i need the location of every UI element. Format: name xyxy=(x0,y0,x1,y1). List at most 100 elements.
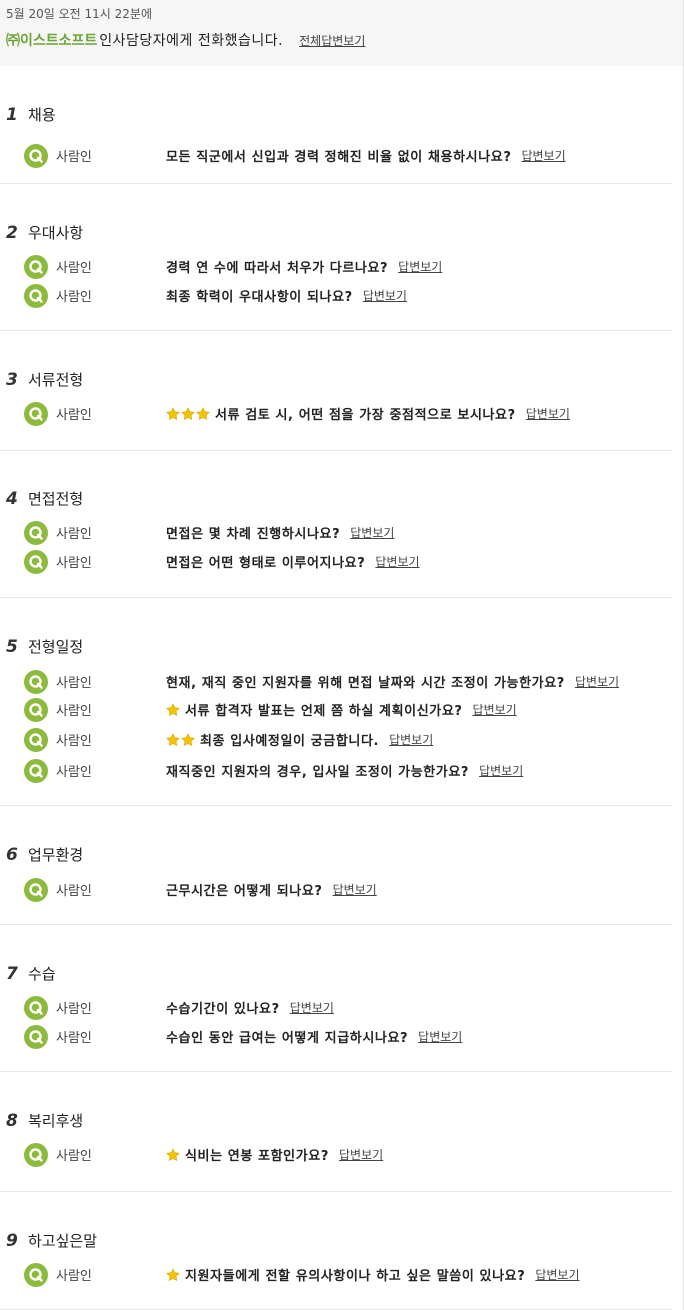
company-name: ㈜이스트소프트 xyxy=(6,33,98,49)
call-summary-header: 5월 20일 오전 11시 22분에 ㈜이스트소프트 인사담당자에게 전화했습니… xyxy=(0,0,683,66)
asker-name: 사람인 xyxy=(56,408,92,423)
question-q-icon xyxy=(24,402,48,426)
question-q-icon xyxy=(24,521,48,545)
asker-name: 사람인 xyxy=(56,765,92,780)
qa-section: 2 우대사항 사람인 경력 연 수에 따라서 처우가 다르나요? 답변보기 사람인 최종 학… xyxy=(0,184,672,331)
question-row: 사람인 최종 입사예정일이 궁금합니다. 답변보기 xyxy=(0,728,672,752)
question-text: 경력 연 수에 따라서 처우가 다르나요? 답변보기 xyxy=(166,257,442,276)
header-message: 인사담당자에게 전화했습니다. xyxy=(99,33,284,49)
view-answer-link[interactable]: 답변보기 xyxy=(473,701,517,718)
question-row: 사람인 서류 검토 시, 어떤 점을 가장 중점적으로 보시나요? 답변보기 xyxy=(0,402,672,426)
question-row: 사람인 현재, 재직 중인 지원자를 위해 면접 날짜와 시간 조정이 가능한가요… xyxy=(0,670,672,694)
view-answer-link[interactable]: 답변보기 xyxy=(398,258,442,275)
view-answer-link[interactable]: 답변보기 xyxy=(535,1266,579,1283)
question-q-icon xyxy=(24,698,48,722)
section-number: 1 xyxy=(6,105,18,125)
asker-name: 사람인 xyxy=(56,1002,92,1017)
section-title: 1 채용 xyxy=(6,104,56,125)
qa-section: 7 수습 사람인 수습기간이 있나요? 답변보기 사람인 수습인 동안 급여는 어떻게 지급… xyxy=(0,925,672,1072)
section-number: 3 xyxy=(6,370,18,390)
question-q-icon xyxy=(24,878,48,902)
view-answer-link[interactable]: 답변보기 xyxy=(363,287,407,304)
question-row: 사람인 면접은 어떤 형태로 이루어지나요? 답변보기 xyxy=(0,550,672,574)
question-text: 서류 검토 시, 어떤 점을 가장 중점적으로 보시나요? 답변보기 xyxy=(166,404,570,423)
question-row: 사람인 식비는 연봉 포함인가요? 답변보기 xyxy=(0,1143,672,1167)
view-answer-link[interactable]: 답변보기 xyxy=(526,405,570,422)
section-number: 8 xyxy=(6,1111,18,1131)
question-label: 근무시간은 어떻게 되나요? xyxy=(166,884,323,899)
question-q-icon xyxy=(24,144,48,168)
question-label: 면접은 어떤 형태로 이루어지나요? xyxy=(166,556,366,571)
asker-name: 사람인 xyxy=(56,1149,92,1164)
question-q-icon xyxy=(24,1143,48,1167)
question-text: 최종 학력이 우대사항이 되나요? 답변보기 xyxy=(166,286,407,305)
section-name: 복리후생 xyxy=(28,1112,84,1130)
star-icon xyxy=(166,732,180,746)
question-label: 지원자들에게 전할 유의사항이나 하고 싶은 말씀이 있나요? xyxy=(185,1269,526,1284)
section-name: 수습 xyxy=(28,965,56,983)
qa-section: 5 전형일정 사람인 현재, 재직 중인 지원자를 위해 면접 날짜와 시간 조정이 … xyxy=(0,598,672,806)
question-text: 식비는 연봉 포함인가요? 답변보기 xyxy=(166,1145,383,1164)
star-icon xyxy=(181,406,195,420)
question-text: 재직중인 지원자의 경우, 입사일 조정이 가능한가요? 답변보기 xyxy=(166,761,523,780)
star-icon xyxy=(166,1267,180,1281)
question-text: 수습기간이 있나요? 답변보기 xyxy=(166,998,334,1017)
qa-section: 8 복리후생사람인 식비는 연봉 포함인가요? 답변보기 xyxy=(0,1072,672,1192)
view-answer-link[interactable]: 답변보기 xyxy=(339,1146,383,1163)
asker-name: 사람인 xyxy=(56,527,92,542)
question-text: 근무시간은 어떻게 되나요? 답변보기 xyxy=(166,880,377,899)
question-label: 경력 연 수에 따라서 처우가 다르나요? xyxy=(166,261,389,276)
header-line: ㈜이스트소프트 인사담당자에게 전화했습니다. 전체답변보기 xyxy=(6,30,683,50)
view-answer-link[interactable]: 답변보기 xyxy=(375,553,419,570)
question-q-icon xyxy=(24,759,48,783)
question-row: 사람인 근무시간은 어떻게 되나요? 답변보기 xyxy=(0,878,672,902)
question-row: 사람인 경력 연 수에 따라서 처우가 다르나요? 답변보기 xyxy=(0,255,672,279)
question-label: 식비는 연봉 포함인가요? xyxy=(185,1149,329,1164)
view-answer-link[interactable]: 답변보기 xyxy=(350,524,394,541)
view-all-answers-link[interactable]: 전체답변보기 xyxy=(299,32,365,49)
question-row: 사람인 수습인 동안 급여는 어떻게 지급하시나요? 답변보기 xyxy=(0,1025,672,1049)
question-q-icon xyxy=(24,550,48,574)
page: 5월 20일 오전 11시 22분에 ㈜이스트소프트 인사담당자에게 전화했습니… xyxy=(0,0,684,1310)
section-name: 하고싶은말 xyxy=(28,1232,98,1250)
view-answer-link[interactable]: 답변보기 xyxy=(575,673,619,690)
question-q-icon xyxy=(24,1025,48,1049)
asker-name: 사람인 xyxy=(56,704,92,719)
section-name: 서류전형 xyxy=(28,371,84,389)
question-label: 현재, 재직 중인 지원자를 위해 면접 날짜와 시간 조정이 가능한가요? xyxy=(166,676,565,691)
question-row: 사람인 재직중인 지원자의 경우, 입사일 조정이 가능한가요? 답변보기 xyxy=(0,759,672,783)
view-answer-link[interactable]: 답변보기 xyxy=(333,881,377,898)
section-number: 4 xyxy=(6,489,18,509)
star-icon xyxy=(196,406,210,420)
view-answer-link[interactable]: 답변보기 xyxy=(479,762,523,779)
question-row: 사람인 수습기간이 있나요? 답변보기 xyxy=(0,996,672,1020)
view-answer-link[interactable]: 답변보기 xyxy=(389,731,433,748)
question-label: 서류 검토 시, 어떤 점을 가장 중점적으로 보시나요? xyxy=(215,408,516,423)
section-name: 채용 xyxy=(28,106,56,124)
star-icon xyxy=(166,702,180,716)
qa-section: 1 채용 사람인 모든 직군에서 신입과 경력 정해진 비율 없이 채용하시나요? 답변… xyxy=(0,66,672,184)
star-icon xyxy=(166,1147,180,1161)
view-answer-link[interactable]: 답변보기 xyxy=(418,1028,462,1045)
qa-section: 4 면접전형 사람인 면접은 몇 차례 진행하시나요? 답변보기 사람인 면접은 어떤 형태… xyxy=(0,451,672,598)
section-name: 면접전형 xyxy=(28,490,84,508)
question-text: 수습인 동안 급여는 어떻게 지급하시나요? 답변보기 xyxy=(166,1027,462,1046)
question-label: 모든 직군에서 신입과 경력 정해진 비율 없이 채용하시나요? xyxy=(166,150,512,165)
view-answer-link[interactable]: 답변보기 xyxy=(290,999,334,1016)
section-name: 업무환경 xyxy=(28,846,84,864)
qa-section: 3 서류전형사람인 서류 검토 시, 어떤 점을 가장 중점적으로 보시나요? 답변보… xyxy=(0,331,672,451)
view-answer-link[interactable]: 답변보기 xyxy=(521,147,565,164)
call-date: 5월 20일 오전 11시 22분에 xyxy=(6,7,152,21)
section-number: 6 xyxy=(6,845,18,865)
question-text: 면접은 어떤 형태로 이루어지나요? 답변보기 xyxy=(166,552,420,571)
question-row: 사람인 최종 학력이 우대사항이 되나요? 답변보기 xyxy=(0,284,672,308)
question-label: 서류 합격자 발표는 언제 쯤 하실 계획이신가요? xyxy=(185,704,463,719)
qa-section: 6 업무환경 사람인 근무시간은 어떻게 되나요? 답변보기 xyxy=(0,806,672,925)
star-rating xyxy=(166,406,211,421)
star-rating xyxy=(166,1267,181,1282)
section-number: 9 xyxy=(6,1231,18,1251)
question-label: 최종 입사예정일이 궁금합니다. xyxy=(200,734,380,749)
question-label: 면접은 몇 차례 진행하시나요? xyxy=(166,527,341,542)
asker-name: 사람인 xyxy=(56,1269,92,1284)
section-title: 4 면접전형 xyxy=(6,488,83,509)
